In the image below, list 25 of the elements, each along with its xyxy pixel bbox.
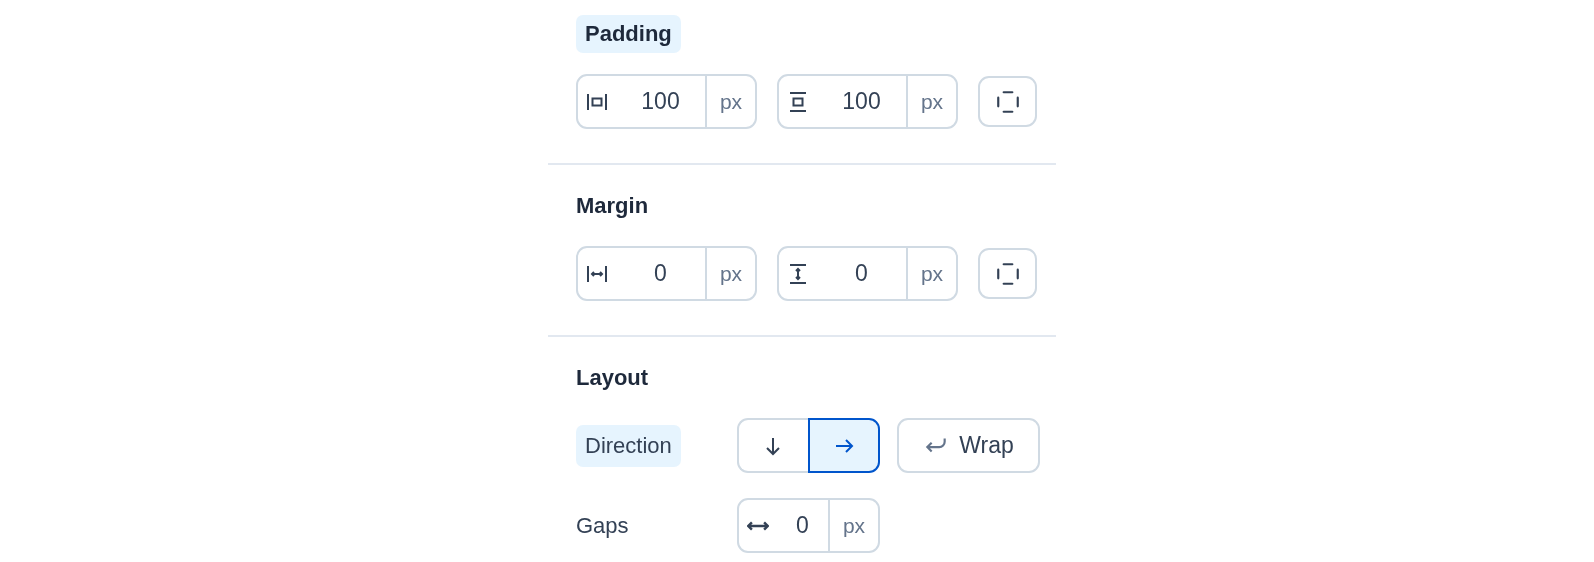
unit-label: px	[906, 248, 956, 299]
section-title: Padding	[576, 15, 681, 53]
field-value[interactable]: 0	[777, 500, 828, 551]
unit-label: px	[705, 248, 755, 299]
sides-button[interactable]	[978, 76, 1037, 127]
row-label: Gaps	[576, 511, 629, 540]
wrap-button[interactable]: Wrap	[897, 418, 1040, 473]
field-value[interactable]: 100	[616, 76, 705, 127]
field-value[interactable]: 0	[817, 248, 906, 299]
unit-label: px	[705, 76, 755, 127]
number-field[interactable]: 100 px	[777, 74, 958, 129]
field-value[interactable]: 100	[817, 76, 906, 127]
number-field[interactable]: 0 px	[576, 246, 757, 301]
section-title: Layout	[576, 364, 649, 392]
horizontal-arrow-icon	[747, 520, 769, 531]
unit-label: px	[906, 76, 956, 127]
row-label: Direction	[576, 424, 681, 467]
number-field[interactable]: 0 px	[737, 498, 880, 553]
field-value[interactable]: 0	[616, 248, 705, 299]
number-field[interactable]: 0 px	[777, 246, 958, 301]
sides-button[interactable]	[978, 248, 1037, 299]
number-field[interactable]: 100 px	[576, 74, 757, 129]
direction-option[interactable]	[807, 418, 880, 473]
section-title: Margin	[576, 192, 649, 220]
unit-label: px	[828, 500, 878, 551]
